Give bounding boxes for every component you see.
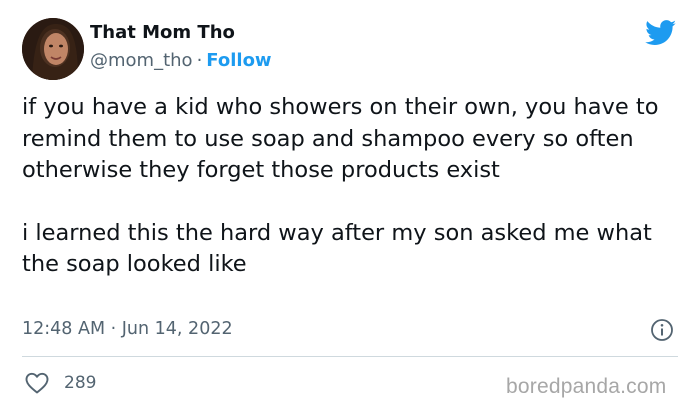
avatar-image (22, 18, 84, 80)
like-count: 289 (64, 373, 97, 393)
divider (22, 356, 678, 357)
tweet-card: That Mom Tho @mom_tho · Follow if you have… (0, 0, 700, 410)
tweet-text: if you have a kid who showers on their o… (22, 92, 682, 281)
display-name[interactable]: That Mom Tho (90, 22, 235, 43)
handle-row: @mom_tho · Follow (90, 50, 272, 71)
heart-icon[interactable] (24, 371, 50, 395)
avatar[interactable] (22, 18, 84, 80)
twitter-bird-icon[interactable] (645, 20, 677, 46)
tweet-timestamp[interactable]: 12:48 AM · Jun 14, 2022 (22, 319, 233, 339)
user-handle[interactable]: @mom_tho (90, 50, 193, 71)
tweet-paragraph: i learned this the hard way after my son… (22, 219, 652, 278)
separator-dot: · (196, 50, 203, 71)
tweet-paragraph: if you have a kid who showers on their o… (22, 94, 659, 183)
info-icon[interactable] (650, 318, 674, 342)
follow-button[interactable]: Follow (206, 50, 271, 71)
watermark: boredpanda.com (506, 375, 667, 398)
